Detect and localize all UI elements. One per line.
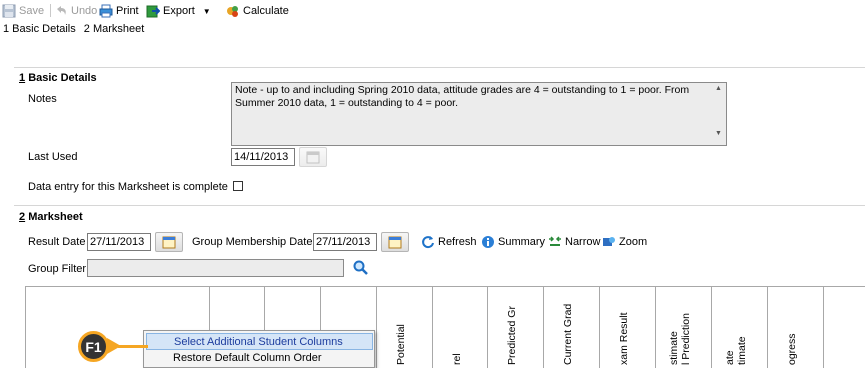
f1-callout-badge: F1 (78, 331, 109, 362)
menu-item-select-additional-columns[interactable]: Select Additional Student Columns (146, 333, 373, 350)
result-date-label: Result Date (28, 236, 86, 248)
result-date-field[interactable]: 27/11/2013 (87, 233, 151, 251)
scroll-up-icon[interactable]: ▲ (715, 85, 722, 92)
zoom-label: Zoom (619, 236, 648, 248)
callout-arrow (107, 338, 121, 354)
save-label: Save (19, 5, 45, 17)
section-divider (14, 67, 865, 68)
column-header: ogress (786, 333, 798, 365)
basic-details-heading: 1 Basic Details (19, 72, 97, 84)
complete-label: Data entry for this Marksheet is complet… (28, 181, 228, 193)
summary-label: Summary (498, 236, 546, 248)
export-button[interactable]: Export ▼ (146, 3, 211, 19)
notes-label: Notes (28, 93, 57, 105)
toolbar: Save Undo Print Export ▼ Calculate (0, 0, 865, 20)
calendar-icon (306, 151, 320, 164)
print-label: Print (116, 5, 139, 17)
section-number: 1 (19, 72, 26, 84)
group-filter-label: Group Filter (28, 263, 87, 275)
column-header: timate (736, 336, 748, 365)
zoom-icon (603, 237, 615, 246)
section-navigation: 1 Basic Details 2 Marksheet (3, 23, 144, 35)
printer-icon (99, 4, 113, 18)
last-used-calendar-button[interactable] (299, 147, 327, 167)
section-number: 2 (19, 211, 26, 223)
search-icon[interactable] (353, 260, 369, 276)
column-header: Current Grad (562, 303, 574, 365)
menu-item-restore-column-order[interactable]: Restore Default Column Order (146, 350, 373, 367)
info-icon (482, 236, 494, 248)
group-membership-label: Group Membership Date (192, 236, 313, 248)
grid-column[interactable]: Predicted Gr (488, 287, 544, 368)
column-header: Predicted Gr (506, 306, 518, 365)
calculate-button[interactable]: Calculate (226, 3, 289, 19)
nav-link-marksheet[interactable]: 2 Marksheet (84, 23, 145, 35)
grid-column[interactable]: rel (433, 287, 488, 368)
undo-icon (57, 6, 66, 15)
complete-checkbox[interactable] (233, 181, 243, 191)
group-filter-field[interactable] (87, 259, 344, 277)
section-divider (14, 205, 865, 206)
menu-item-label: Select Additional Student Columns (174, 336, 343, 348)
grid-column[interactable]: Current Grad (544, 287, 600, 368)
grid-column[interactable]: Potential (377, 287, 433, 368)
callout-pointer (118, 345, 148, 348)
chevron-down-icon: ▼ (202, 6, 211, 16)
grid-column[interactable]: xam Result (600, 287, 656, 368)
refresh-label: Refresh (438, 236, 477, 248)
notes-textarea[interactable]: Note - up to and including Spring 2010 d… (231, 82, 727, 146)
notes-text: Note - up to and including Spring 2010 d… (235, 84, 690, 109)
calendar-icon (388, 236, 402, 249)
refresh-button[interactable]: Refresh (421, 234, 477, 250)
grid-column[interactable]: ate timate (712, 287, 768, 368)
badge-label: F1 (85, 338, 102, 355)
result-date-calendar-button[interactable] (155, 232, 183, 252)
scroll-down-icon[interactable]: ▼ (715, 130, 722, 137)
grid-column[interactable]: ogress (768, 287, 824, 368)
group-membership-date-field[interactable]: 27/11/2013 (313, 233, 377, 251)
undo-button[interactable]: Undo (54, 3, 97, 19)
section-title: Basic Details (28, 72, 97, 84)
column-header: stimate (668, 331, 680, 365)
last-used-label: Last Used (28, 151, 78, 163)
undo-label: Undo (71, 5, 98, 17)
calculate-label: Calculate (243, 5, 289, 17)
column-header: Potential (395, 324, 407, 365)
refresh-icon (422, 236, 434, 249)
narrow-label: Narrow (565, 236, 601, 248)
notes-scrollbar[interactable]: ▲ ▼ (711, 83, 726, 145)
column-header: ate (724, 350, 736, 365)
marksheet-heading: 2 Marksheet (19, 211, 83, 223)
nav-link-basic-details[interactable]: 1 Basic Details (3, 23, 76, 35)
toolbar-separator (50, 4, 51, 17)
group-membership-calendar-button[interactable] (381, 232, 409, 252)
summary-button[interactable]: Summary (481, 234, 545, 250)
column-header: rel (451, 353, 463, 365)
column-header: l Prediction (680, 313, 692, 365)
calculate-icon (227, 6, 238, 17)
column-header: xam Result (618, 312, 630, 365)
save-icon (2, 4, 16, 18)
print-button[interactable]: Print (99, 3, 139, 19)
context-menu: Select Additional Student Columns Restor… (143, 330, 375, 368)
export-icon (146, 5, 160, 18)
calendar-icon (162, 236, 176, 249)
section-title: Marksheet (28, 211, 83, 223)
save-button[interactable]: Save (2, 3, 44, 19)
narrow-icon (549, 236, 561, 246)
export-label: Export (163, 5, 195, 17)
narrow-button[interactable]: Narrow (548, 234, 600, 250)
zoom-button[interactable]: Zoom (602, 234, 647, 250)
menu-item-label: Restore Default Column Order (173, 352, 322, 364)
grid-column[interactable]: stimate l Prediction (656, 287, 712, 368)
last-used-date-field[interactable]: 14/11/2013 (231, 148, 295, 166)
